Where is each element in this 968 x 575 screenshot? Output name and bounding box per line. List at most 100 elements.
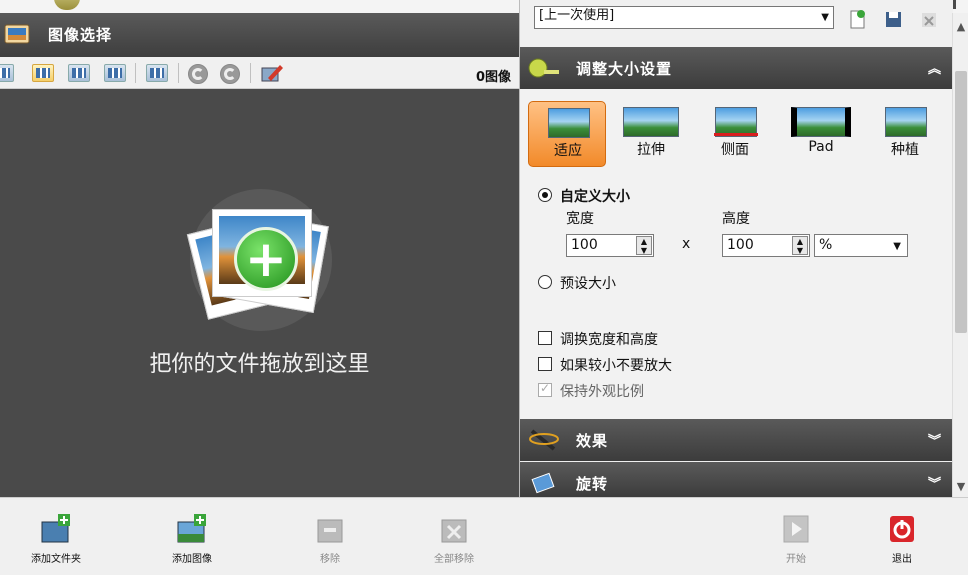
side-marker xyxy=(714,133,758,136)
remove-all-label: 全部移除 xyxy=(434,554,474,565)
mode-label: 拉伸 xyxy=(637,142,665,158)
chevron-down-icon: ▼ xyxy=(893,241,901,252)
add-folder-label: 添加文件夹 xyxy=(31,554,81,565)
toolbar-divider xyxy=(135,63,136,83)
preset-size-radio[interactable] xyxy=(538,275,552,289)
mode-stretch-button[interactable]: 拉伸 xyxy=(612,101,690,167)
image-edit-icon[interactable] xyxy=(260,62,284,84)
no-enlarge-label: 如果较小不要放大 xyxy=(560,358,672,374)
picture-frame-icon xyxy=(4,24,30,44)
add-image-button[interactable]: 添加图像 xyxy=(152,512,232,568)
keep-aspect-checkbox xyxy=(538,381,552,397)
mode-label: Pad xyxy=(808,139,834,155)
vertical-scrollbar[interactable]: ▲ ▼ xyxy=(952,13,968,497)
mode-side-button[interactable]: 侧面 xyxy=(696,101,774,167)
toolbar-divider xyxy=(178,63,179,83)
chevron-down-double-icon: ︾ xyxy=(927,434,941,449)
image-selection-title: 图像选择 xyxy=(48,26,113,44)
add-folder-button[interactable]: 添加文件夹 xyxy=(16,512,96,568)
custom-size-radio[interactable] xyxy=(538,188,552,202)
chevron-down-icon: ▼ xyxy=(821,12,829,23)
start-button[interactable]: 开始 xyxy=(756,512,836,568)
preset-value: [上一次使用] xyxy=(539,8,615,23)
mode-fit-button[interactable]: 适应 xyxy=(528,101,606,167)
stretch-image-icon xyxy=(623,107,679,137)
rotate-photo-icon xyxy=(531,472,555,494)
scroll-up-icon[interactable]: ▲ xyxy=(953,19,968,35)
drop-hint-text: 把你的文件拖放到这里 xyxy=(149,352,370,377)
new-preset-icon[interactable] xyxy=(848,9,866,29)
mode-label: 适应 xyxy=(554,143,582,159)
preset-size-label: 预设大小 xyxy=(560,276,616,292)
add-folder-icon xyxy=(41,514,70,543)
rotate-section-title: 旋转 xyxy=(576,475,609,493)
remove-all-icon xyxy=(441,519,467,543)
rotate-section-header[interactable]: 旋转 ︾ xyxy=(520,462,953,497)
remove-all-button[interactable]: 全部移除 xyxy=(414,512,494,568)
mode-crop-button[interactable]: 种植 xyxy=(866,101,944,167)
add-image-icon xyxy=(177,514,206,543)
chevron-up-icon: ︽ xyxy=(927,62,941,77)
pad-image-icon xyxy=(791,107,851,137)
mode-label: 侧面 xyxy=(721,142,749,158)
add-images-plus-icon[interactable]: + xyxy=(234,227,298,291)
preset-dropdown[interactable]: [上一次使用] ▼ xyxy=(534,6,834,29)
exit-button[interactable]: 退出 xyxy=(862,512,942,568)
tape-measure-icon xyxy=(528,58,559,78)
rotate-left-icon[interactable] xyxy=(188,64,208,84)
mode-label: 种植 xyxy=(891,142,919,158)
remove-label: 移除 xyxy=(320,554,340,565)
app-logo-icon xyxy=(54,0,80,10)
keep-aspect-label: 保持外观比例 xyxy=(560,384,644,400)
save-preset-icon[interactable] xyxy=(884,9,902,29)
height-label: 高度 xyxy=(722,211,750,227)
magic-wand-icon xyxy=(529,429,559,451)
width-stepper[interactable]: ▲ ▼ xyxy=(636,236,652,255)
bottom-action-bar: 添加文件夹 添加图像 移除 全部移除 开始 退出 xyxy=(0,497,968,575)
remove-button[interactable]: 移除 xyxy=(290,512,370,568)
play-icon xyxy=(783,515,809,543)
width-label: 宽度 xyxy=(566,211,594,227)
swap-dimensions-checkbox[interactable] xyxy=(538,331,552,345)
resize-section-header[interactable]: 调整大小设置 ︽ xyxy=(520,47,953,89)
view-large-thumbnails-button[interactable] xyxy=(32,64,54,82)
image-selection-header: 图像选择 xyxy=(0,13,519,57)
image-selection-panel: 图像选择 0图像 + 把你的文件拖放到这里 xyxy=(0,13,519,497)
drop-zone[interactable]: + 把你的文件拖放到这里 xyxy=(0,89,519,497)
rotate-right-icon[interactable] xyxy=(220,64,240,84)
scroll-down-icon[interactable]: ▼ xyxy=(953,479,968,495)
times-sign: x xyxy=(682,236,691,252)
preset-row: [上一次使用] ▼ xyxy=(520,0,953,37)
start-label: 开始 xyxy=(786,554,806,565)
custom-size-label: 自定义大小 xyxy=(560,189,630,205)
unit-value: % xyxy=(819,237,833,253)
scroll-thumb[interactable] xyxy=(955,71,967,333)
delete-preset-icon[interactable] xyxy=(920,9,938,29)
resize-settings-body: 适应 拉伸 侧面 Pad 种植 自定义大小 宽度 高度 100 ▲ ▼ x 100 xyxy=(520,89,953,419)
width-input[interactable]: 100 ▲ ▼ xyxy=(566,234,654,257)
height-value: 100 xyxy=(727,237,754,253)
no-enlarge-checkbox[interactable] xyxy=(538,357,552,371)
swap-dimensions-label: 调换宽度和高度 xyxy=(560,332,658,348)
unit-dropdown[interactable]: % ▼ xyxy=(814,234,908,257)
view-details-button[interactable] xyxy=(0,64,14,82)
view-list-button[interactable] xyxy=(104,64,126,82)
height-stepper[interactable]: ▲ ▼ xyxy=(792,236,808,255)
effects-section-title: 效果 xyxy=(576,432,609,450)
height-input[interactable]: 100 ▲ ▼ xyxy=(722,234,810,257)
fit-image-icon xyxy=(548,108,590,138)
mode-pad-button[interactable]: Pad xyxy=(782,101,860,167)
effects-section-header[interactable]: 效果 ︾ xyxy=(520,419,953,461)
view-medium-thumbnails-button[interactable] xyxy=(68,64,90,82)
add-image-label: 添加图像 xyxy=(172,554,212,565)
settings-panel: [上一次使用] ▼ 调整大小设置 ︽ 适应 拉伸 侧面 Pad 种植 自定义大小… xyxy=(519,0,953,497)
crop-image-icon xyxy=(885,107,927,137)
image-view-toolbar: 0图像 xyxy=(0,57,519,89)
image-count: 0图像 xyxy=(475,70,511,85)
chevron-down-double-icon: ︾ xyxy=(927,477,941,492)
exit-label: 退出 xyxy=(892,554,912,565)
remove-icon xyxy=(317,519,343,543)
power-icon xyxy=(890,516,914,542)
resize-section-title: 调整大小设置 xyxy=(576,60,673,78)
view-grid-button[interactable] xyxy=(146,64,168,82)
